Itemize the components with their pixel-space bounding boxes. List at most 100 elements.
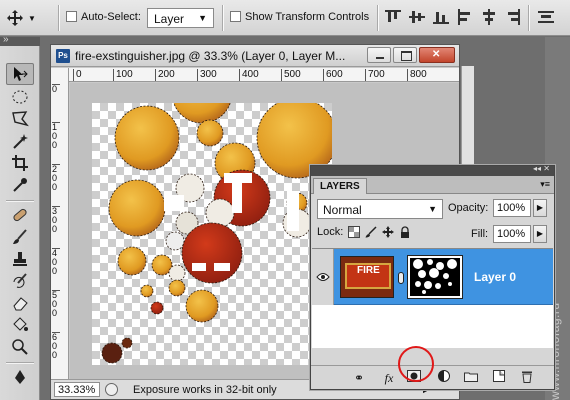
align-vcenter-icon[interactable] <box>409 9 425 25</box>
bandage-icon <box>13 208 27 222</box>
paint-bucket-tool[interactable] <box>6 314 34 336</box>
highlight-circle <box>398 346 434 382</box>
zoom-field[interactable]: 33.33% <box>54 382 100 397</box>
move-tool[interactable] <box>6 63 34 85</box>
chevron-down-icon: ▼ <box>428 204 437 214</box>
ruler-label: 100 <box>52 122 60 150</box>
auto-select-label: Auto-Select: <box>81 11 141 23</box>
layer-row[interactable]: FIRE Layer 0 <box>312 249 553 305</box>
vertical-ruler[interactable]: 0 100 200 300 400 500 600 <box>51 68 69 379</box>
fill-field[interactable]: 100% <box>493 225 531 243</box>
elliptical-marquee-icon <box>12 90 28 104</box>
panel-menu-icon[interactable]: ▾≡ <box>540 179 550 190</box>
ruler-label: 500 <box>281 69 301 81</box>
polygonal-lasso-icon <box>12 111 29 127</box>
ruler-label: 300 <box>197 69 217 81</box>
chevron-down-icon: ▼ <box>28 13 36 23</box>
brush-tool[interactable] <box>6 226 34 248</box>
visibility-eye-icon[interactable] <box>312 249 334 305</box>
show-transform-label: Show Transform Controls <box>245 11 370 23</box>
photoshop-icon: Ps <box>56 49 70 63</box>
ruler-label: 300 <box>52 206 60 234</box>
crop-icon <box>12 155 28 171</box>
align-top-icon[interactable] <box>385 9 401 25</box>
opacity-field[interactable]: 100% <box>493 199 531 217</box>
history-brush-tool[interactable] <box>6 270 34 292</box>
fill-label: Fill: <box>471 228 489 240</box>
toolbox-grip[interactable] <box>0 34 40 46</box>
quick-selection-tool[interactable] <box>6 130 34 152</box>
eraser-tool[interactable] <box>6 292 34 314</box>
mask-preview <box>413 259 457 294</box>
crop-tool[interactable] <box>6 152 34 174</box>
ruler-label: 400 <box>239 69 259 81</box>
pen-tool[interactable] <box>6 366 34 388</box>
blend-mode-dropdown[interactable]: Normal ▼ <box>317 199 443 219</box>
layer-thumbnail-text: FIRE <box>345 263 391 289</box>
show-transform-checkbox[interactable]: Show Transform Controls <box>230 11 369 23</box>
magic-wand-icon <box>13 134 28 149</box>
eyedropper-tool[interactable] <box>6 174 34 196</box>
lock-all-icon[interactable] <box>399 226 411 238</box>
horizontal-ruler[interactable]: 0 100 200 300 400 500 600 700 800 <box>69 68 459 82</box>
dodge-icon <box>12 339 28 355</box>
ruler-label: 500 <box>52 290 60 318</box>
stamp-icon <box>13 252 27 266</box>
ruler-label: 400 <box>52 248 60 276</box>
blend-mode-value: Normal <box>323 203 362 217</box>
auto-select-checkbox[interactable]: Auto-Select: <box>66 11 141 23</box>
panel-collapse-bar[interactable] <box>311 164 554 176</box>
lock-position-icon[interactable] <box>382 226 395 238</box>
move-icon <box>7 10 23 26</box>
status-text: Exposure works in 32-bit only <box>133 384 277 396</box>
fx-icon[interactable]: fx <box>381 370 397 386</box>
new-layer-icon[interactable] <box>491 370 507 386</box>
healing-brush-tool[interactable] <box>6 204 34 226</box>
document-titlebar[interactable]: Ps fire-exstinguisher.jpg @ 33.3% (Layer… <box>51 45 459 67</box>
layer-dropdown[interactable]: Layer ▼ <box>147 8 214 28</box>
clone-stamp-tool[interactable] <box>6 248 34 270</box>
maximize-button[interactable] <box>393 47 417 63</box>
history-brush-icon <box>13 273 27 288</box>
transparent-canvas[interactable] <box>92 83 338 365</box>
layer-thumbnail[interactable]: FIRE <box>340 256 394 298</box>
trash-icon[interactable] <box>519 370 535 386</box>
layer-list: FIRE Layer 0 <box>312 248 553 348</box>
opacity-label: Opacity: <box>448 202 489 214</box>
lock-pixels-icon[interactable] <box>365 226 377 238</box>
align-right-icon[interactable] <box>505 9 521 25</box>
eyedropper-icon <box>13 178 27 192</box>
align-buttons <box>385 9 521 25</box>
group-icon[interactable] <box>463 370 479 386</box>
marquee-tool[interactable] <box>6 86 34 108</box>
ruler-label: 600 <box>52 332 60 360</box>
options-bar: ▼ Auto-Select: Layer ▼ Show Transform Con… <box>0 0 570 36</box>
pen-icon <box>15 370 25 384</box>
opacity-slider-button[interactable]: ▶ <box>533 199 547 217</box>
adjustment-icon[interactable] <box>436 370 452 386</box>
lasso-tool[interactable] <box>6 108 34 130</box>
layer-dropdown-value: Layer <box>154 12 185 26</box>
align-left-icon[interactable] <box>457 9 473 25</box>
close-button[interactable] <box>419 47 455 63</box>
layer-name[interactable]: Layer 0 <box>474 270 516 284</box>
move-tool-preset[interactable]: ▼ <box>6 7 46 29</box>
dodge-tool[interactable] <box>6 336 34 358</box>
status-info-icon[interactable] <box>105 383 118 396</box>
lock-transparency-icon[interactable] <box>348 226 361 238</box>
distribute-icon[interactable] <box>538 9 554 25</box>
tab-layers[interactable]: LAYERS <box>313 178 367 194</box>
lock-label: Lock: <box>317 226 344 238</box>
mask-link-icon[interactable] <box>398 272 404 284</box>
fill-slider-button[interactable]: ▶ <box>533 225 547 243</box>
layer-mask-thumbnail[interactable] <box>407 255 463 299</box>
eraser-icon <box>13 297 28 311</box>
bucket-icon <box>13 317 28 331</box>
document-title: fire-exstinguisher.jpg @ 33.3% (Layer 0,… <box>75 49 346 63</box>
ruler-label: 0 <box>73 69 82 81</box>
align-bottom-icon[interactable] <box>433 9 449 25</box>
minimize-button[interactable] <box>367 47 391 63</box>
link-icon[interactable]: ⚭ <box>351 370 367 386</box>
align-hcenter-icon[interactable] <box>481 9 497 25</box>
chevron-down-icon: ▼ <box>198 13 207 23</box>
